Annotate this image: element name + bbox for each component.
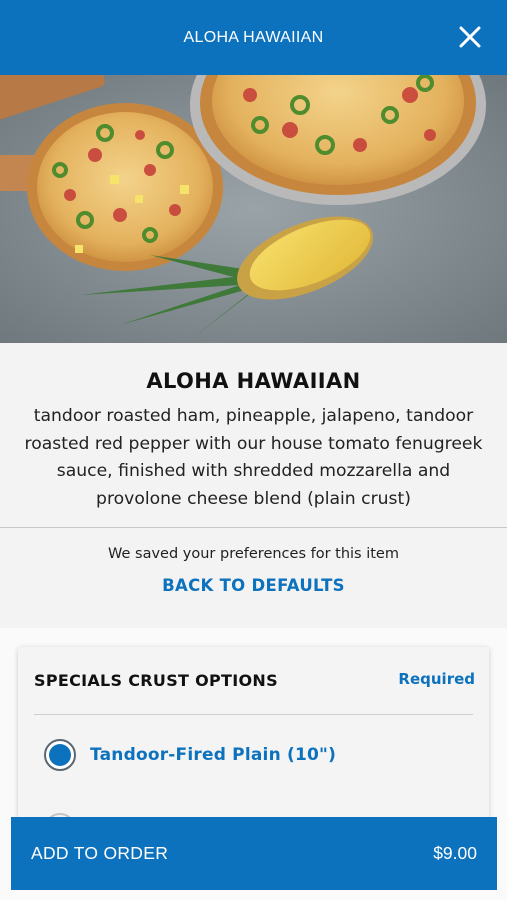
product-info: ALOHA HAWAIIAN tandoor roasted ham, pine… xyxy=(0,343,507,528)
order-price: $9.00 xyxy=(433,843,477,863)
pizza-photo xyxy=(0,75,507,343)
product-description: tandoor roasted ham, pineapple, jalapeno… xyxy=(24,406,483,509)
add-to-order-label: ADD TO ORDER xyxy=(31,843,169,863)
radio-selected-dot xyxy=(49,744,71,766)
close-button[interactable] xyxy=(457,24,483,50)
preferences-notice: We saved your preferences for this item … xyxy=(0,528,507,628)
radio-button-selected[interactable] xyxy=(44,739,76,771)
crust-option-plain[interactable]: Tandoor-Fired Plain (10") xyxy=(44,739,336,771)
crust-options-card: SPECIALS CRUST OPTIONS Required Tandoor-… xyxy=(18,647,489,845)
close-icon xyxy=(459,26,481,48)
back-to-defaults-link[interactable]: BACK TO DEFAULTS xyxy=(162,576,345,595)
required-badge: Required xyxy=(398,670,475,688)
header-bar: ALOHA HAWAIIAN xyxy=(0,0,507,75)
item-detail-page: ALOHA HAWAIIAN ALOHA HAWAIIAN tandoor ro… xyxy=(0,0,507,900)
options-title: SPECIALS CRUST OPTIONS xyxy=(34,671,278,690)
product-title: ALOHA HAWAIIAN xyxy=(146,369,361,393)
card-divider xyxy=(34,714,473,715)
add-to-order-button[interactable]: ADD TO ORDER $9.00 xyxy=(11,817,497,890)
crust-option-label: Tandoor-Fired Plain (10") xyxy=(90,745,337,765)
preferences-text: We saved your preferences for this item xyxy=(108,546,399,562)
header-title: ALOHA HAWAIIAN xyxy=(183,28,324,46)
